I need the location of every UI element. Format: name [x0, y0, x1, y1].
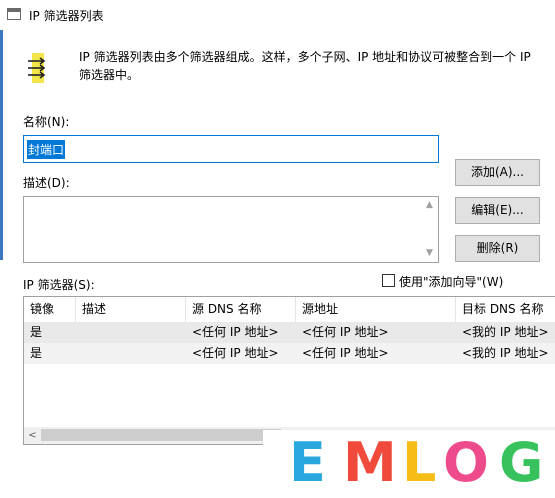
cell-description — [76, 343, 186, 364]
cell-mirror: 是 — [30, 346, 43, 360]
filters-label: IP 筛选器(S): — [23, 278, 95, 292]
table-row[interactable]: 是 <任何 IP 地址> <任何 IP 地址> <我的 IP 地址> — [24, 343, 555, 364]
add-button[interactable]: 添加(A)... — [455, 159, 540, 186]
column-header-source-address[interactable]: 源地址 — [296, 297, 456, 322]
cell-source-dns: <任何 IP 地址> — [192, 346, 279, 360]
filter-list-icon — [28, 53, 46, 83]
delete-button[interactable]: 删除(R) — [455, 235, 540, 262]
title-bar: IP 筛选器列表 — [0, 0, 555, 30]
cell-destination-dns: <我的 IP 地址> — [462, 346, 549, 360]
window-title: IP 筛选器列表 — [29, 9, 104, 23]
filters-list[interactable]: 镜像 描述 源 DNS 名称 源地址 目标 DNS 名称 是 <任何 IP 地址… — [23, 296, 555, 445]
watermark-letter: E — [289, 431, 326, 494]
name-label: 名称(N): — [23, 115, 70, 129]
column-header-source-dns[interactable]: 源 DNS 名称 — [186, 297, 296, 322]
name-input[interactable]: 封端口 — [23, 135, 439, 163]
list-header: 镜像 描述 源 DNS 名称 源地址 目标 DNS 名称 — [24, 297, 555, 322]
cell-source-address: <任何 IP 地址> — [302, 325, 389, 339]
wizard-checkbox[interactable] — [382, 274, 395, 287]
edit-button[interactable]: 编辑(E)... — [455, 197, 540, 224]
scrollbar-thumb[interactable] — [41, 429, 281, 441]
cell-description — [76, 322, 186, 343]
watermark-letter: G — [499, 431, 544, 494]
description-scrollbar[interactable]: ▲ ▼ — [421, 197, 438, 262]
emlog-watermark-logo: E M L O G — [263, 430, 555, 498]
scroll-up-icon[interactable]: ▲ — [421, 197, 438, 214]
window-icon — [7, 8, 21, 20]
description-label: 描述(D): — [23, 176, 70, 190]
watermark-letter: L — [402, 431, 437, 494]
column-header-description[interactable]: 描述 — [76, 297, 186, 322]
scroll-left-icon[interactable]: < — [24, 427, 41, 444]
cell-source-dns: <任何 IP 地址> — [192, 325, 279, 339]
column-header-mirror[interactable]: 镜像 — [24, 297, 76, 322]
table-row[interactable]: 是 <任何 IP 地址> <任何 IP 地址> <我的 IP 地址> — [24, 322, 555, 343]
scroll-down-icon[interactable]: ▼ — [421, 245, 438, 262]
wizard-checkbox-label[interactable]: 使用"添加向导"(W) — [399, 273, 503, 290]
description-textarea[interactable]: ▲ ▼ — [23, 196, 439, 263]
window-edge — [0, 30, 3, 260]
watermark-letter: M — [343, 431, 397, 494]
cell-source-address: <任何 IP 地址> — [302, 346, 389, 360]
cell-mirror: 是 — [30, 325, 43, 339]
watermark-letter: O — [443, 431, 489, 494]
header-description: IP 筛选器列表由多个筛选器组成。这样，多个子网、IP 地址和协议可被整合到一个… — [79, 50, 531, 82]
name-input-value: 封端口 — [27, 140, 66, 159]
cell-destination-dns: <我的 IP 地址> — [462, 325, 549, 339]
column-header-destination-dns[interactable]: 目标 DNS 名称 — [456, 297, 555, 322]
